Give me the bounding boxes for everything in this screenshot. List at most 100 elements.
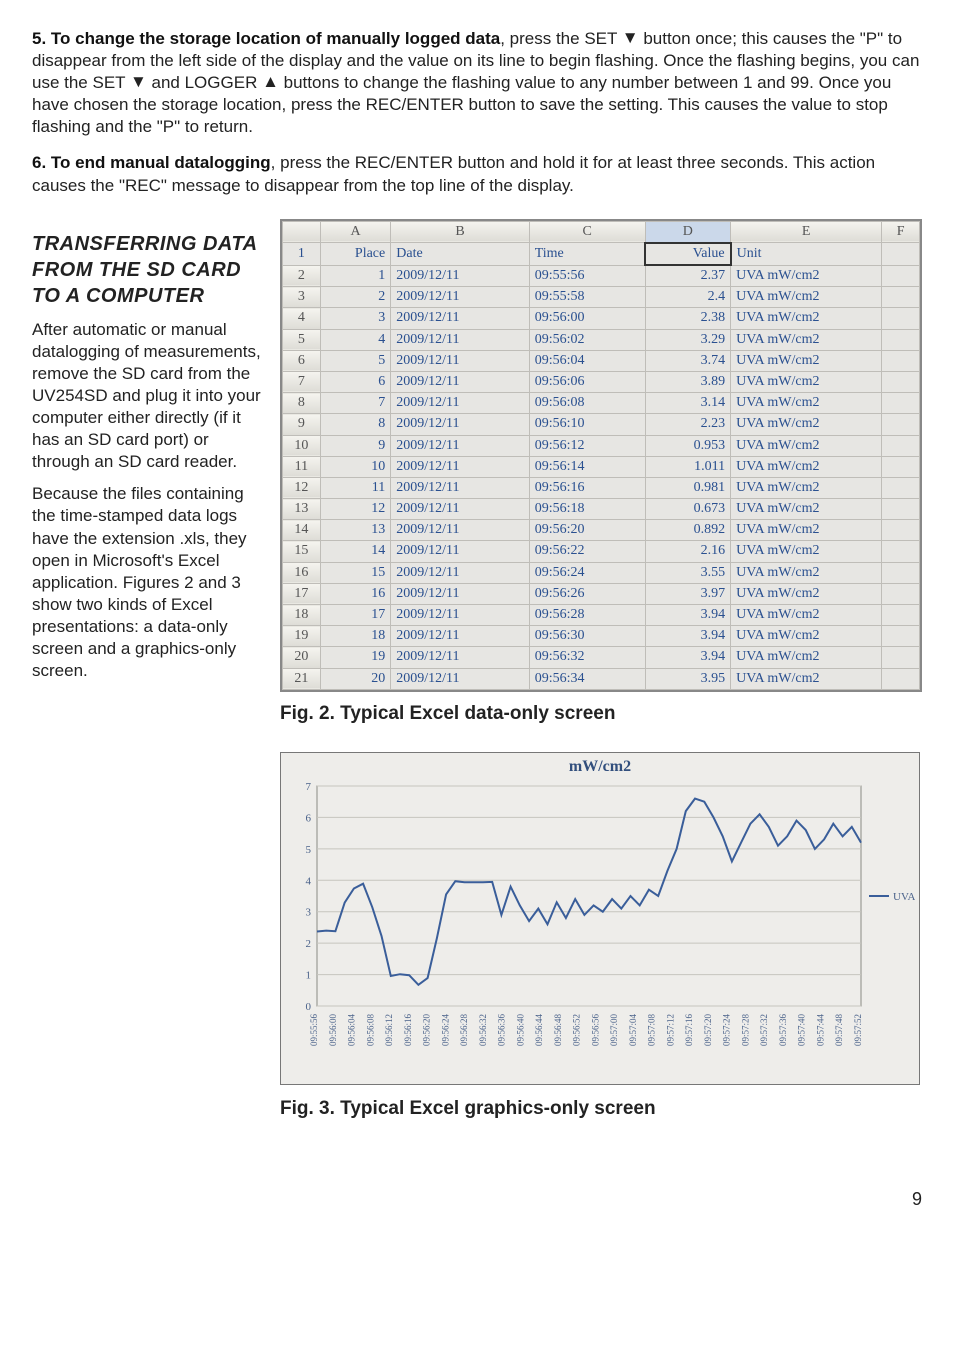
col-header-C[interactable]: C [529, 221, 645, 243]
cell[interactable]: UVA mW/cm2 [731, 668, 882, 689]
cell[interactable]: UVA mW/cm2 [731, 562, 882, 583]
cell[interactable]: 09:56:00 [529, 308, 645, 329]
cell[interactable]: 09:56:16 [529, 477, 645, 498]
cell[interactable]: 12 [320, 499, 390, 520]
cell[interactable]: 3 [320, 308, 390, 329]
cell[interactable]: UVA mW/cm2 [731, 605, 882, 626]
cell[interactable]: 4 [320, 329, 390, 350]
row-header[interactable]: 18 [283, 605, 321, 626]
cell[interactable]: 2009/12/11 [391, 308, 529, 329]
cell[interactable] [882, 562, 920, 583]
col-header-F[interactable]: F [882, 221, 920, 243]
cell[interactable]: 2009/12/11 [391, 647, 529, 668]
row-header[interactable]: 2 [283, 265, 321, 287]
cell[interactable] [882, 350, 920, 371]
cell[interactable]: 09:56:12 [529, 435, 645, 456]
cell[interactable]: 1 [320, 265, 390, 287]
cell[interactable] [882, 329, 920, 350]
cell[interactable]: 2009/12/11 [391, 414, 529, 435]
cell[interactable]: 2 [320, 287, 390, 308]
row-header[interactable]: 9 [283, 414, 321, 435]
cell[interactable]: 13 [320, 520, 390, 541]
cell[interactable] [882, 265, 920, 287]
row-header[interactable]: 14 [283, 520, 321, 541]
cell[interactable]: 2009/12/11 [391, 393, 529, 414]
cell[interactable] [882, 520, 920, 541]
cell[interactable]: 09:56:22 [529, 541, 645, 562]
cell[interactable]: 2009/12/11 [391, 477, 529, 498]
cell[interactable]: 09:56:24 [529, 562, 645, 583]
cell[interactable]: UVA mW/cm2 [731, 477, 882, 498]
row-header[interactable]: 4 [283, 308, 321, 329]
cell[interactable] [882, 499, 920, 520]
row-header[interactable]: 7 [283, 371, 321, 392]
cell[interactable] [882, 583, 920, 604]
cell[interactable]: 3.94 [645, 647, 731, 668]
cell[interactable] [882, 605, 920, 626]
cell[interactable]: 7 [320, 393, 390, 414]
row-header[interactable]: 15 [283, 541, 321, 562]
row-header[interactable]: 3 [283, 287, 321, 308]
row-header[interactable]: 1 [283, 243, 321, 265]
cell[interactable]: 2.16 [645, 541, 731, 562]
cell[interactable]: 2009/12/11 [391, 605, 529, 626]
cell[interactable]: 09:56:18 [529, 499, 645, 520]
cell[interactable]: UVA mW/cm2 [731, 541, 882, 562]
header-cell[interactable]: Date [391, 243, 529, 265]
cell[interactable]: 09:56:04 [529, 350, 645, 371]
cell[interactable]: 0.673 [645, 499, 731, 520]
cell[interactable]: 3.89 [645, 371, 731, 392]
cell[interactable]: 19 [320, 647, 390, 668]
cell[interactable] [882, 477, 920, 498]
cell[interactable]: 20 [320, 668, 390, 689]
row-header[interactable]: 17 [283, 583, 321, 604]
cell[interactable]: UVA mW/cm2 [731, 393, 882, 414]
cell[interactable]: 3.14 [645, 393, 731, 414]
cell[interactable]: 6 [320, 371, 390, 392]
cell[interactable] [882, 668, 920, 689]
cell[interactable]: 9 [320, 435, 390, 456]
cell[interactable]: 2009/12/11 [391, 350, 529, 371]
cell[interactable]: 0.953 [645, 435, 731, 456]
cell[interactable] [882, 371, 920, 392]
header-cell[interactable]: Unit [731, 243, 882, 265]
cell[interactable]: 2.23 [645, 414, 731, 435]
cell[interactable]: 3.95 [645, 668, 731, 689]
cell[interactable]: UVA mW/cm2 [731, 456, 882, 477]
cell[interactable]: 09:56:20 [529, 520, 645, 541]
cell[interactable]: UVA mW/cm2 [731, 414, 882, 435]
cell[interactable]: 2009/12/11 [391, 329, 529, 350]
cell[interactable]: 10 [320, 456, 390, 477]
cell[interactable]: 14 [320, 541, 390, 562]
row-header[interactable]: 13 [283, 499, 321, 520]
cell[interactable]: 2009/12/11 [391, 371, 529, 392]
cell[interactable]: UVA mW/cm2 [731, 308, 882, 329]
row-header[interactable]: 20 [283, 647, 321, 668]
cell[interactable]: 2009/12/11 [391, 562, 529, 583]
cell[interactable]: 2009/12/11 [391, 499, 529, 520]
cell[interactable]: 09:56:06 [529, 371, 645, 392]
cell[interactable]: 2.37 [645, 265, 731, 287]
cell[interactable]: 2009/12/11 [391, 520, 529, 541]
cell[interactable] [882, 647, 920, 668]
header-cell[interactable]: Value [645, 243, 731, 265]
cell[interactable]: 3.55 [645, 562, 731, 583]
cell[interactable]: UVA mW/cm2 [731, 583, 882, 604]
cell[interactable]: UVA mW/cm2 [731, 371, 882, 392]
row-header[interactable]: 5 [283, 329, 321, 350]
header-cell[interactable] [882, 243, 920, 265]
row-header[interactable]: 19 [283, 626, 321, 647]
cell[interactable]: 09:56:14 [529, 456, 645, 477]
cell[interactable]: 3.97 [645, 583, 731, 604]
cell[interactable] [882, 541, 920, 562]
cell[interactable]: 2009/12/11 [391, 668, 529, 689]
cell[interactable]: 09:56:26 [529, 583, 645, 604]
cell[interactable]: 2009/12/11 [391, 287, 529, 308]
cell[interactable]: 16 [320, 583, 390, 604]
cell[interactable]: 09:56:34 [529, 668, 645, 689]
cell[interactable]: 5 [320, 350, 390, 371]
cell[interactable]: 2009/12/11 [391, 435, 529, 456]
cell[interactable]: 09:56:32 [529, 647, 645, 668]
cell[interactable]: 3.94 [645, 626, 731, 647]
cell[interactable]: 09:56:28 [529, 605, 645, 626]
